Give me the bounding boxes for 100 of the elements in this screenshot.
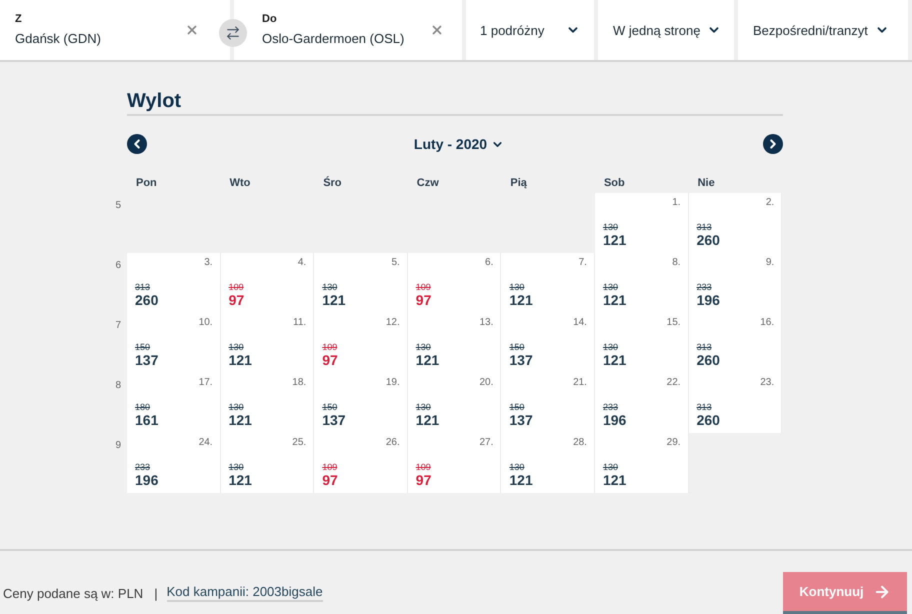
day-number: 2. — [766, 197, 774, 209]
day-number: 12. — [386, 317, 400, 329]
old-price: 313 — [135, 282, 150, 292]
day-number: 3. — [204, 257, 213, 269]
day-number: 1. — [672, 197, 681, 209]
day-number: 17. — [198, 377, 213, 389]
destination-value[interactable]: Oslo-Gardermoen (OSL) — [262, 31, 404, 47]
day-cell[interactable]: 14. 150 137 — [501, 313, 595, 373]
passengers-dropdown[interactable]: 1 podróżny — [466, 0, 594, 60]
day-cell[interactable]: 10. 150 137 — [127, 313, 221, 373]
old-price: 150 — [322, 402, 338, 412]
day-cell[interactable]: 29. 130 121 — [594, 433, 689, 493]
day-cell[interactable]: 15. 130 121 — [594, 313, 689, 373]
day-cell[interactable]: 7. 130 121 — [501, 253, 595, 313]
price: 196 — [602, 412, 626, 429]
field-label: Z — [15, 13, 23, 26]
price: 137 — [322, 412, 346, 429]
weekday-label: Pią — [509, 176, 527, 191]
month-dropdown[interactable]: Luty - 2020 — [414, 136, 504, 152]
day-cell[interactable]: 5. 130 121 — [314, 253, 408, 313]
day-cell[interactable]: 22. 233 196 — [594, 373, 689, 433]
day-number: 9. — [766, 257, 774, 269]
day-cell[interactable]: 9. 233 196 — [688, 253, 782, 313]
price: 121 — [228, 352, 252, 369]
day-cell[interactable]: 23. 313 260 — [688, 373, 782, 433]
day-cell[interactable]: 6. 109 97 — [408, 253, 502, 313]
weekday-label: Nie — [696, 176, 715, 191]
swap-arrows-icon — [225, 25, 241, 41]
old-price: 130 — [322, 282, 338, 292]
weekday-label: Pon — [135, 176, 157, 191]
weekday-label: Śro — [322, 175, 342, 191]
day-cell[interactable]: 19. 150 137 — [314, 373, 408, 433]
old-price: 130 — [416, 402, 431, 412]
previous-month-button[interactable] — [127, 134, 147, 154]
day-cell[interactable]: 20. 130 121 — [408, 373, 502, 433]
day-cell[interactable]: 17. 180 161 — [127, 373, 221, 433]
price: 137 — [135, 352, 158, 369]
price: 260 — [696, 412, 720, 429]
day-cell[interactable]: 3. 313 260 — [127, 253, 221, 313]
price: 260 — [696, 232, 720, 249]
old-price: 130 — [602, 342, 618, 352]
campaign-code-link[interactable]: Kod kampanii: 2003bigsale — [166, 584, 323, 602]
old-price: 233 — [602, 402, 618, 412]
day-cell[interactable]: 2. 313 260 — [688, 193, 782, 253]
price: 97 — [322, 472, 338, 489]
day-number: 11. — [293, 317, 306, 329]
day-cell[interactable]: 27. 109 97 — [408, 433, 502, 493]
day-number: 7. — [578, 257, 587, 269]
day-cell[interactable]: 18. 130 121 — [220, 373, 314, 433]
day-number: 4. — [298, 257, 306, 269]
old-price: 130 — [228, 402, 244, 412]
old-price: 130 — [228, 462, 244, 472]
old-price: 233 — [696, 282, 712, 292]
old-price: 130 — [509, 282, 524, 292]
day-number: 18. — [292, 377, 306, 389]
price: 121 — [322, 292, 346, 309]
day-cell[interactable]: 12. 109 97 — [314, 313, 408, 373]
weekday-label: Sob — [602, 176, 625, 191]
route-type-dropdown[interactable]: Bezpośredni/tranzyt — [738, 0, 908, 60]
day-cell[interactable]: 4. 109 97 — [220, 253, 314, 313]
old-price: 313 — [696, 342, 712, 352]
clear-icon[interactable] — [185, 23, 199, 37]
price: 260 — [696, 352, 720, 369]
day-cell[interactable]: 28. 130 121 — [501, 433, 595, 493]
old-price: 130 — [228, 342, 244, 352]
day-number: 6. — [485, 257, 494, 269]
day-number: 25. — [292, 437, 306, 449]
day-number: 8. — [672, 257, 681, 269]
old-price: 109 — [228, 282, 244, 292]
day-cell[interactable]: 8. 130 121 — [594, 253, 689, 313]
day-number: 29. — [666, 437, 681, 449]
day-cell[interactable]: 26. 109 97 — [314, 433, 408, 493]
day-number: 14. — [573, 317, 587, 329]
day-number: 22. — [666, 377, 681, 389]
origin-value[interactable]: Gdańsk (GDN) — [15, 31, 101, 47]
weekday-label: Wto — [228, 176, 250, 191]
old-price: 150 — [509, 402, 524, 412]
next-month-button[interactable] — [762, 134, 783, 154]
price: 97 — [228, 292, 244, 309]
week-number: 6 — [115, 260, 121, 272]
old-price: 233 — [135, 462, 150, 472]
day-cell[interactable]: 16. 313 260 — [688, 313, 782, 373]
old-price: 109 — [322, 462, 338, 472]
trip-type-dropdown[interactable]: W jedną stronę — [598, 0, 734, 60]
clear-icon[interactable] — [430, 23, 444, 37]
day-cell[interactable]: 13. 130 121 — [408, 313, 502, 373]
day-number: 19. — [386, 377, 400, 389]
day-cell[interactable]: 11. 130 121 — [220, 313, 314, 373]
day-cell[interactable]: 25. 130 121 — [220, 433, 314, 493]
day-cell[interactable]: 1. 130 121 — [594, 193, 689, 253]
price: 137 — [509, 412, 533, 429]
day-number: 23. — [760, 377, 774, 389]
week-number: 5 — [115, 200, 121, 212]
price: 121 — [602, 292, 626, 309]
price: 97 — [416, 292, 432, 309]
day-number: 24. — [198, 437, 213, 449]
old-price: 313 — [696, 222, 712, 232]
day-cell[interactable]: 21. 150 137 — [501, 373, 595, 433]
day-cell[interactable]: 24. 233 196 — [127, 433, 221, 493]
day-number: 16. — [760, 317, 774, 329]
